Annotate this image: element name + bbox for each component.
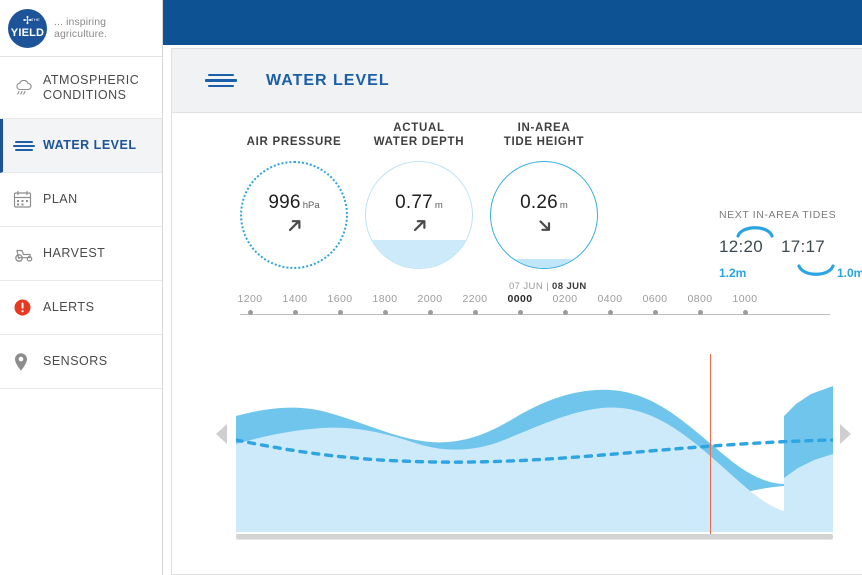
tagline: ... inspiring agriculture. [54,16,108,40]
gauge-value: 0.26 [520,191,558,213]
sidebar-item-sensors[interactable]: SENSORS [0,335,162,389]
timeline-date-label: 07 JUN | 08 JUN [509,281,587,292]
gauge-reading: 996 hPa [268,192,319,214]
location-pin-icon [13,352,43,372]
gauge-unit: hPa [302,199,320,211]
next-tides-title: NEXT IN-AREA TIDES [719,209,837,221]
trend-up-icon [411,217,428,239]
page-title: WATER LEVEL [266,71,390,89]
timeline-tick-current[interactable]: 0000 [498,293,542,315]
timeline-tick[interactable]: 1400 [273,293,317,315]
timeline-tick[interactable]: 2200 [453,293,497,315]
low-tide-arc-icon [796,264,836,285]
tick-dot [697,310,703,315]
tick-dot [292,310,298,315]
sidebar-item-label: ALERTS [43,300,95,314]
sidebar-item-label: PLAN [43,192,78,206]
tide-height: 1.0m [837,266,862,280]
gauge-reading: 0.26 m [520,192,568,214]
timeline-tick[interactable]: 2000 [408,293,452,315]
water-level-chart [172,338,862,548]
bird-icon: ✢ [22,14,33,27]
tractor-icon [13,244,43,263]
gauge-dial: 0.77 m [365,161,473,269]
date-prev: 07 JUN [509,281,544,292]
cloud-rain-icon [13,78,43,98]
sidebar-item-atmospheric-conditions[interactable]: ATMOSPHERIC CONDITIONS [0,57,162,119]
water-level-panel: WATER LEVEL AIR PRESSURE 996 hPa ACTUAL … [171,48,862,575]
sidebar-item-alerts[interactable]: ALERTS [0,281,162,335]
sidebar-item-plan[interactable]: PLAN [0,173,162,227]
timeline-tick[interactable]: 0800 [678,293,722,315]
gauges-row: AIR PRESSURE 996 hPa ACTUAL WATER DEPTH … [172,113,862,283]
app-root: ✢ THE YIELD ... inspiring agriculture. A… [0,0,862,575]
now-marker-line [710,354,712,536]
timeline-tick[interactable]: 0400 [588,293,632,315]
timeline-tick[interactable]: 1200 [228,293,272,315]
sidebar-item-label: SENSORS [43,354,108,368]
timeline-tick[interactable]: 1000 [723,293,767,315]
tick-dot [607,310,613,315]
chart-next-button[interactable] [840,424,851,444]
sidebar-item-water-level[interactable]: WATER LEVEL [0,119,162,173]
tide-time: 12:20 [719,237,764,256]
gauge-value: 0.77 [395,191,433,213]
top-banner [163,0,862,45]
gauge-label: IN-AREA TIDE HEIGHT [503,122,585,148]
trend-up-icon [286,217,303,239]
tick-dot [742,310,748,315]
tick-dot [337,310,343,315]
timeline-tick[interactable]: 1800 [363,293,407,315]
gauge-in-area-tide-height[interactable]: IN-AREA TIDE HEIGHT 0.26 m [464,121,624,269]
sidebar-item-label: ATMOSPHERIC CONDITIONS [43,72,140,102]
gauge-unit: m [559,199,568,211]
sidebar-item-label: WATER LEVEL [43,138,137,152]
timeline-axis: 07 JUN | 08 JUN 1200 1400 1600 1800 2000… [172,281,862,338]
tick-dot [517,310,523,315]
next-tides-panel: NEXT IN-AREA TIDES 12:20 17:17 1.2m 1.0m [719,209,862,289]
tick-dot [427,310,433,315]
sidebar: ✢ THE YIELD ... inspiring agriculture. A… [0,0,163,575]
tick-dot [562,310,568,315]
logo[interactable]: ✢ THE YIELD [8,8,47,48]
tide-height: 1.2m [719,266,747,280]
brand-header: ✢ THE YIELD ... inspiring agriculture. [0,0,162,57]
date-separator: | [546,281,549,292]
gauge-unit: m [434,199,443,211]
sidebar-item-label: HARVEST [43,246,106,260]
tick-dot [382,310,388,315]
tide-time: 17:17 [781,237,826,256]
panel-header: WATER LEVEL [172,49,862,113]
tide-entries: 12:20 17:17 1.2m 1.0m [719,226,862,289]
timeline-tick[interactable]: 0200 [543,293,587,315]
timeline-tick[interactable]: 0600 [633,293,677,315]
calendar-icon [13,190,43,209]
gauge-value: 996 [268,191,301,213]
gauge-dial: 996 hPa [240,161,348,269]
sidebar-item-harvest[interactable]: HARVEST [0,227,162,281]
gauge-reading: 0.77 m [395,192,443,214]
alert-icon [13,298,43,317]
gauge-dial: 0.26 m [490,161,598,269]
tick-dot [652,310,658,315]
chart-plot [236,386,833,532]
timeline-tick[interactable]: 1600 [318,293,362,315]
water-level-icon [205,73,237,88]
tick-dot [472,310,478,315]
logo-word: YIELD [10,26,45,39]
trend-down-icon [536,217,553,239]
tick-dot [247,310,253,315]
water-level-icon [13,140,43,151]
chart-baseline [236,539,833,540]
date-current: 08 JUN [552,281,587,292]
chart-prev-button[interactable] [216,424,227,444]
logo-the-text: THE [31,16,40,22]
